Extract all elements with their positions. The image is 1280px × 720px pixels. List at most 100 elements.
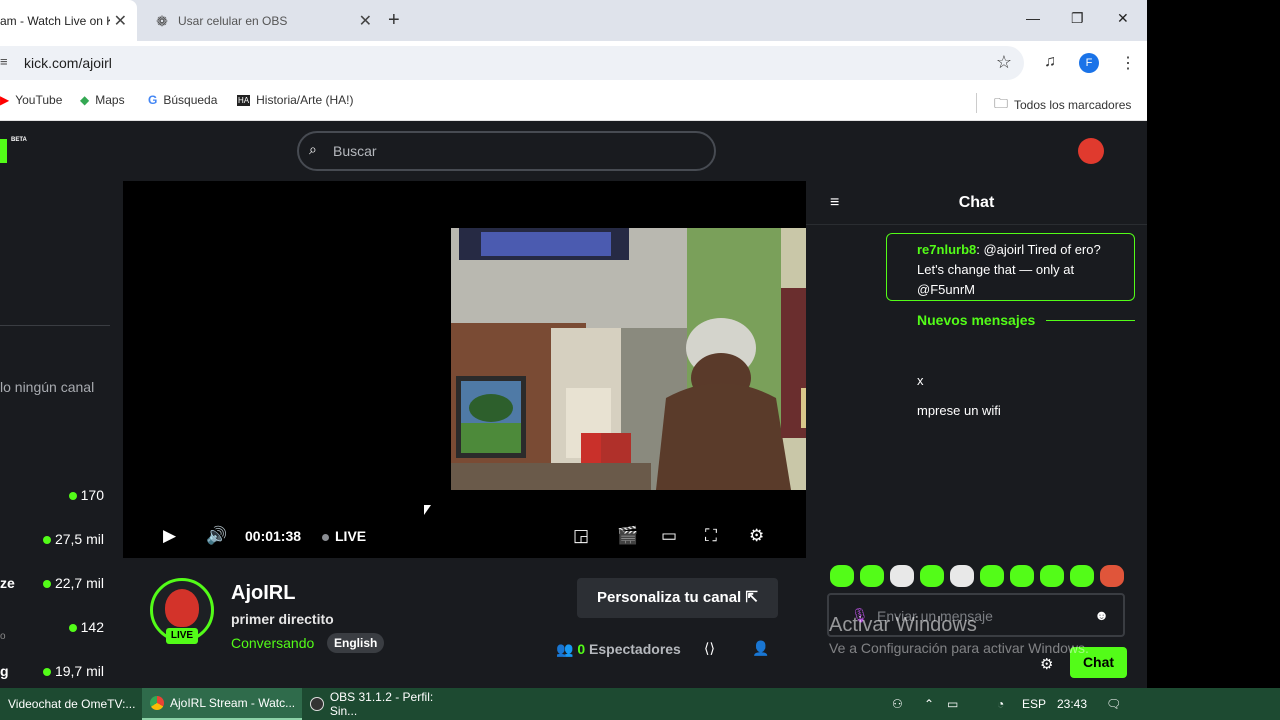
wifi-icon[interactable]: ◔: [997, 697, 1004, 711]
tab-strip: am - Watch Live on K ✕ ❁ Usar celular en…: [0, 0, 1147, 41]
browser-toolbar: ≡ kick.com/ajoirl ☆ ♫ F ⋮: [0, 41, 1147, 85]
new-messages-label[interactable]: Nuevos mensajes: [917, 312, 1035, 328]
divider: [1046, 320, 1135, 321]
people-icon[interactable]: ⚇: [892, 697, 903, 711]
desktop: am - Watch Live on K ✕ ❁ Usar celular en…: [0, 0, 1280, 720]
category-link[interactable]: Conversando: [231, 635, 314, 651]
chat-panel: ≡ Chat re7nlurb8: @ajoirl Tired of ero? …: [806, 181, 1147, 688]
maps-icon: ◆: [80, 93, 90, 107]
viewer-count: 22,7 mil: [42, 575, 104, 591]
live-dot-icon: [322, 533, 329, 541]
language-tag[interactable]: English: [327, 633, 385, 653]
search-input[interactable]: ⌕ Buscar: [297, 131, 716, 171]
taskbar-item-obs[interactable]: OBS 31.1.2 - Perfil: Sin...: [302, 688, 462, 720]
taskbar-item-ometv[interactable]: Videochat de OmeTV:...: [0, 688, 142, 720]
tab-label: Usar celular en OBS: [178, 13, 288, 28]
customize-channel-button[interactable]: Personaliza tu canal ⇱: [577, 578, 778, 618]
chat-header: ≡ Chat: [806, 181, 1147, 225]
external-link-icon: ⇱: [745, 589, 758, 606]
pinned-message[interactable]: re7nlurb8: @ajoirl Tired of ero? Let's c…: [886, 233, 1135, 301]
emote-icon[interactable]: [980, 565, 1004, 587]
emote-icon[interactable]: [1010, 565, 1034, 587]
profile-avatar[interactable]: F: [1079, 53, 1099, 73]
live-indicator[interactable]: LIVE: [322, 528, 366, 544]
close-icon[interactable]: ✕: [359, 11, 372, 31]
bookmarks-bar: ▶ YouTube ◆ Maps G Búsqueda HA Historia/…: [0, 85, 1147, 121]
emoji-icon[interactable]: ☻: [1094, 607, 1109, 623]
channel-name: o: [0, 631, 6, 642]
kick-logo[interactable]: [0, 139, 7, 163]
emote-icon[interactable]: [1040, 565, 1064, 587]
follow-icon[interactable]: 👤: [752, 640, 769, 657]
live-badge: LIVE: [166, 628, 198, 644]
star-icon[interactable]: ☆: [996, 52, 1012, 73]
viewer-count: 170: [68, 487, 104, 503]
live-dot-icon: [42, 668, 51, 677]
bookmark-busqueda[interactable]: G Búsqueda: [148, 93, 217, 107]
tab-obs[interactable]: ❁ Usar celular en OBS ✕: [146, 0, 382, 41]
play-icon[interactable]: ▶: [163, 526, 176, 546]
url-text[interactable]: kick.com/ajoirl: [24, 55, 112, 71]
activation-watermark: Activar Windows: [829, 614, 977, 636]
fullscreen-icon[interactable]: ⛶: [705, 526, 717, 546]
emote-icon[interactable]: [890, 565, 914, 587]
battery-icon[interactable]: ▭: [947, 697, 958, 711]
channel-name[interactable]: AjoIRL: [231, 582, 295, 605]
bookmark-youtube[interactable]: ▶ YouTube: [0, 93, 62, 107]
taskbar-label: OBS 31.1.2 - Perfil: Sin...: [329, 690, 434, 718]
pinned-user[interactable]: re7nlurb8: [917, 242, 976, 257]
new-tab-button[interactable]: +: [388, 9, 400, 32]
obs-icon: [310, 697, 324, 711]
search-icon: ⌕: [309, 141, 317, 157]
volume-icon[interactable]: 🔊: [206, 526, 227, 546]
chat-settings-icon[interactable]: ⚙: [1040, 655, 1053, 673]
address-bar[interactable]: ≡ kick.com/ajoirl ☆: [0, 46, 1024, 80]
sidebar-channel[interactable]: 27,5 mil: [0, 531, 110, 551]
close-window-icon[interactable]: ✕: [1117, 10, 1129, 27]
bookmark-label: Historia/Arte (HA!): [256, 93, 354, 107]
viewer-count: 142: [68, 619, 104, 635]
emote-bar: [830, 565, 1124, 587]
picture-in-picture-icon[interactable]: ◲: [573, 526, 589, 546]
notifications-icon[interactable]: 🗨: [1106, 697, 1121, 711]
bookmark-maps[interactable]: ◆ Maps: [80, 93, 125, 107]
emote-icon[interactable]: [1100, 565, 1124, 587]
sidebar-channel[interactable]: o 142: [0, 619, 110, 642]
media-control-icon[interactable]: ♫: [1044, 53, 1056, 71]
emote-icon[interactable]: [1070, 565, 1094, 587]
channel-name: g: [0, 663, 9, 679]
minimize-icon[interactable]: —: [1026, 10, 1040, 26]
taskbar-item-chrome[interactable]: AjoIRL Stream - Watc...: [142, 688, 302, 720]
divider: [0, 325, 110, 326]
bookmark-historia[interactable]: HA Historia/Arte (HA!): [237, 93, 353, 107]
theater-mode-icon[interactable]: ▭: [661, 526, 677, 546]
activation-watermark-sub: Ve a Configuración para activar Windows.: [829, 640, 1089, 656]
avatar-face: [165, 589, 199, 627]
chevron-up-icon[interactable]: ⌃: [924, 697, 934, 711]
sidebar-channel[interactable]: ze 22,7 mil: [0, 575, 110, 595]
share-icon[interactable]: ⟨⟩: [704, 640, 715, 657]
sidebar-channel[interactable]: 170: [0, 487, 110, 507]
all-bookmarks[interactable]: 🗀 Todos los marcadores: [994, 93, 1131, 117]
close-icon[interactable]: ✕: [114, 11, 127, 31]
avatar[interactable]: [1078, 138, 1104, 164]
bookmark-label: YouTube: [15, 93, 63, 107]
emote-icon[interactable]: [830, 565, 854, 587]
settings-icon[interactable]: ⚙: [749, 526, 764, 546]
live-dot-icon: [68, 624, 77, 633]
tab-kick[interactable]: am - Watch Live on K ✕: [0, 0, 137, 41]
emote-icon[interactable]: [860, 565, 884, 587]
language-indicator[interactable]: ESP: [1022, 697, 1046, 711]
emote-icon[interactable]: [950, 565, 974, 587]
youtube-icon: ▶: [0, 93, 10, 107]
taskbar-label: Videochat de OmeTV:...: [8, 697, 136, 711]
menu-icon[interactable]: ⋮: [1120, 53, 1136, 73]
sidebar-channel[interactable]: g 19,7 mil: [0, 663, 110, 683]
site-info-icon[interactable]: ≡: [0, 54, 8, 69]
clock[interactable]: 23:43: [1057, 697, 1087, 711]
clip-icon[interactable]: 🎬: [617, 526, 638, 546]
mouse-cursor-icon: [424, 505, 431, 515]
viewer-count: 👥 0 Espectadores: [556, 641, 681, 657]
emote-icon[interactable]: [920, 565, 944, 587]
restore-icon[interactable]: ❐: [1071, 10, 1084, 27]
